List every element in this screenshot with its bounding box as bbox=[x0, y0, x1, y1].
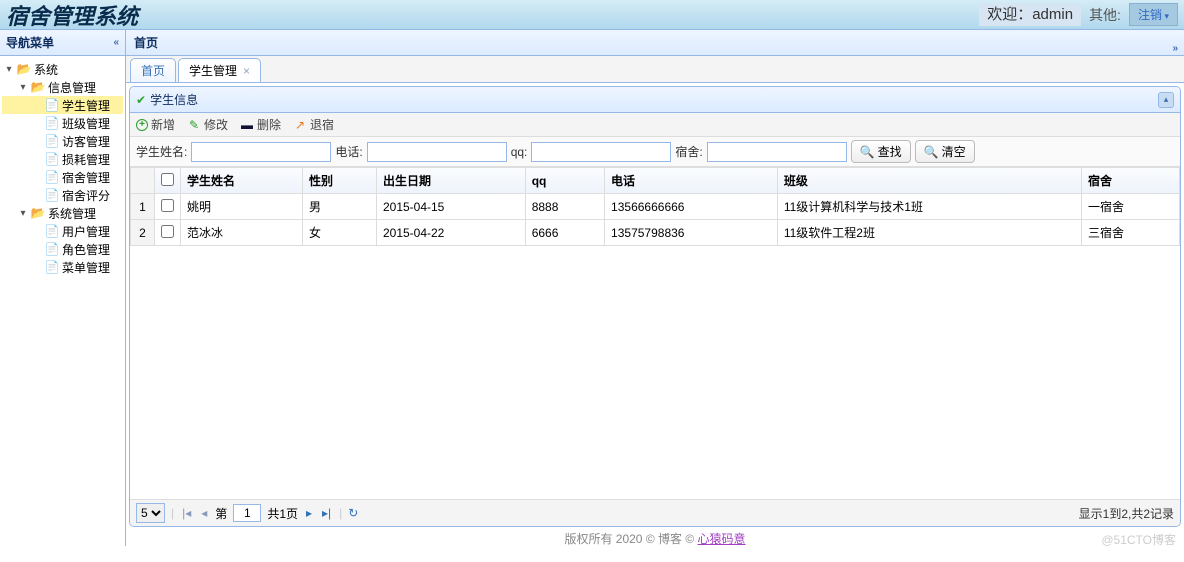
nav-item[interactable]: 📄学生管理 bbox=[2, 96, 123, 114]
nav-tree: ▾📂系统▾📂信息管理📄学生管理📄班级管理📄访客管理📄损耗管理📄宿舍管理📄宿舍评分… bbox=[0, 56, 125, 280]
nav-item[interactable]: 📄班级管理 bbox=[2, 114, 123, 132]
tab[interactable]: 首页 bbox=[130, 58, 176, 82]
close-icon[interactable]: × bbox=[243, 64, 250, 78]
edit-button[interactable]: ✎修改 bbox=[187, 116, 228, 133]
page-icon: 📄 bbox=[44, 223, 60, 239]
page-icon: 📄 bbox=[44, 187, 60, 203]
nav-item[interactable]: 📄角色管理 bbox=[2, 240, 123, 258]
next-page-button[interactable]: ▸ bbox=[304, 506, 314, 520]
minus-icon: ▬ bbox=[240, 118, 254, 132]
folder-open-icon: 📂 bbox=[16, 61, 32, 77]
search-icon: 🔍 bbox=[924, 145, 939, 159]
col-header[interactable]: 性别 bbox=[302, 168, 376, 194]
first-page-button[interactable]: |◂ bbox=[180, 506, 193, 520]
tab[interactable]: 学生管理× bbox=[178, 58, 261, 82]
col-header[interactable]: 班级 bbox=[777, 168, 1081, 194]
table-row[interactable]: 2范冰冰女2015-04-2266661357579883611级软件工程2班三… bbox=[131, 220, 1180, 246]
refresh-button[interactable]: ↻ bbox=[348, 506, 358, 520]
col-header[interactable]: 宿舍 bbox=[1081, 168, 1179, 194]
row-checkbox[interactable] bbox=[161, 225, 174, 238]
label-name: 学生姓名: bbox=[136, 143, 187, 160]
page-number-input[interactable] bbox=[233, 504, 261, 522]
nav-item[interactable]: 📄访客管理 bbox=[2, 132, 123, 150]
folder-open-icon: 📂 bbox=[30, 205, 46, 221]
watermark: @51CTO博客 bbox=[1101, 531, 1176, 548]
rownum-header bbox=[131, 168, 155, 194]
search-tel-input[interactable] bbox=[367, 142, 507, 162]
arrow-out-icon: ↗ bbox=[293, 118, 307, 132]
col-header[interactable]: qq bbox=[525, 168, 604, 194]
label-dorm: 宿舍: bbox=[675, 143, 702, 160]
collapse-panel-icon[interactable]: ▴ bbox=[1158, 92, 1174, 108]
page-icon: 📄 bbox=[44, 169, 60, 185]
page-icon: 📄 bbox=[44, 151, 60, 167]
page-post-label: 共1页 bbox=[267, 505, 298, 522]
nav-item[interactable]: 📄宿舍管理 bbox=[2, 168, 123, 186]
pencil-icon: ✎ bbox=[187, 118, 201, 132]
nav-item[interactable]: 📄宿舍评分 bbox=[2, 186, 123, 204]
clear-button[interactable]: 🔍清空 bbox=[915, 140, 975, 163]
col-header[interactable]: 电话 bbox=[605, 168, 778, 194]
page-icon: 📄 bbox=[44, 241, 60, 257]
page-pre-label: 第 bbox=[215, 505, 227, 522]
collapse-east-icon[interactable]: » bbox=[1172, 36, 1178, 62]
sidebar: 导航菜单 « ▾📂系统▾📂信息管理📄学生管理📄班级管理📄访客管理📄损耗管理📄宿舍… bbox=[0, 30, 126, 546]
search-name-input[interactable] bbox=[191, 142, 331, 162]
checkbox-header[interactable] bbox=[155, 168, 181, 194]
last-page-button[interactable]: ▸| bbox=[320, 506, 333, 520]
page-icon: 📄 bbox=[44, 133, 60, 149]
tab-bar: 首页学生管理× bbox=[126, 56, 1184, 83]
data-table: 学生姓名性别出生日期qq电话班级宿舍 1姚明男2015-04-158888135… bbox=[130, 167, 1180, 246]
pager-info: 显示1到2,共2记录 bbox=[1079, 505, 1174, 522]
label-qq: qq: bbox=[511, 145, 528, 159]
app-title: 宿舍管理系统 bbox=[0, 0, 979, 31]
checkout-button[interactable]: ↗退宿 bbox=[293, 116, 334, 133]
search-button[interactable]: 🔍查找 bbox=[851, 140, 911, 163]
breadcrumb: 首页 bbox=[134, 36, 158, 50]
nav-item[interactable]: 📄菜单管理 bbox=[2, 258, 123, 276]
other-label: 其他: bbox=[1081, 5, 1129, 25]
footer-link[interactable]: 心猿码意 bbox=[698, 532, 746, 546]
page-icon: 📄 bbox=[44, 97, 60, 113]
nav-item[interactable]: ▾📂信息管理 bbox=[2, 78, 123, 96]
nav-item[interactable]: ▾📂系统 bbox=[2, 60, 123, 78]
nav-item[interactable]: ▾📂系统管理 bbox=[2, 204, 123, 222]
logout-button[interactable]: 注销 bbox=[1129, 3, 1178, 26]
table-row[interactable]: 1姚明男2015-04-1588881356666666611级计算机科学与技术… bbox=[131, 194, 1180, 220]
search-qq-input[interactable] bbox=[531, 142, 671, 162]
search-icon: 🔍 bbox=[860, 145, 875, 159]
footer: 版权所有 2020 © 博客 © 心猿码意 bbox=[126, 530, 1184, 546]
panel-student-info: ✔ 学生信息 ▴ +新增 ✎修改 ▬删除 ↗退宿 学生姓名: 电话: qq: 宿… bbox=[129, 86, 1181, 527]
page-size-select[interactable]: 5 bbox=[136, 503, 165, 523]
delete-button[interactable]: ▬删除 bbox=[240, 116, 281, 133]
nav-item[interactable]: 📄用户管理 bbox=[2, 222, 123, 240]
page-icon: 📄 bbox=[44, 115, 60, 131]
row-checkbox[interactable] bbox=[161, 199, 174, 212]
collapse-west-icon[interactable]: « bbox=[113, 37, 119, 48]
nav-item[interactable]: 📄损耗管理 bbox=[2, 150, 123, 168]
prev-page-button[interactable]: ◂ bbox=[199, 506, 209, 520]
add-button[interactable]: +新增 bbox=[136, 116, 175, 133]
panel-title: 学生信息 bbox=[150, 91, 198, 108]
plus-icon: + bbox=[136, 119, 148, 131]
col-header[interactable]: 学生姓名 bbox=[181, 168, 303, 194]
check-icon: ✔ bbox=[136, 93, 146, 107]
col-header[interactable]: 出生日期 bbox=[376, 168, 525, 194]
label-tel: 电话: bbox=[335, 143, 362, 160]
folder-open-icon: 📂 bbox=[30, 79, 46, 95]
page-icon: 📄 bbox=[44, 259, 60, 275]
nav-title: 导航菜单 bbox=[6, 34, 54, 51]
search-dorm-input[interactable] bbox=[707, 142, 847, 162]
welcome-text: 欢迎：admin bbox=[979, 4, 1081, 26]
